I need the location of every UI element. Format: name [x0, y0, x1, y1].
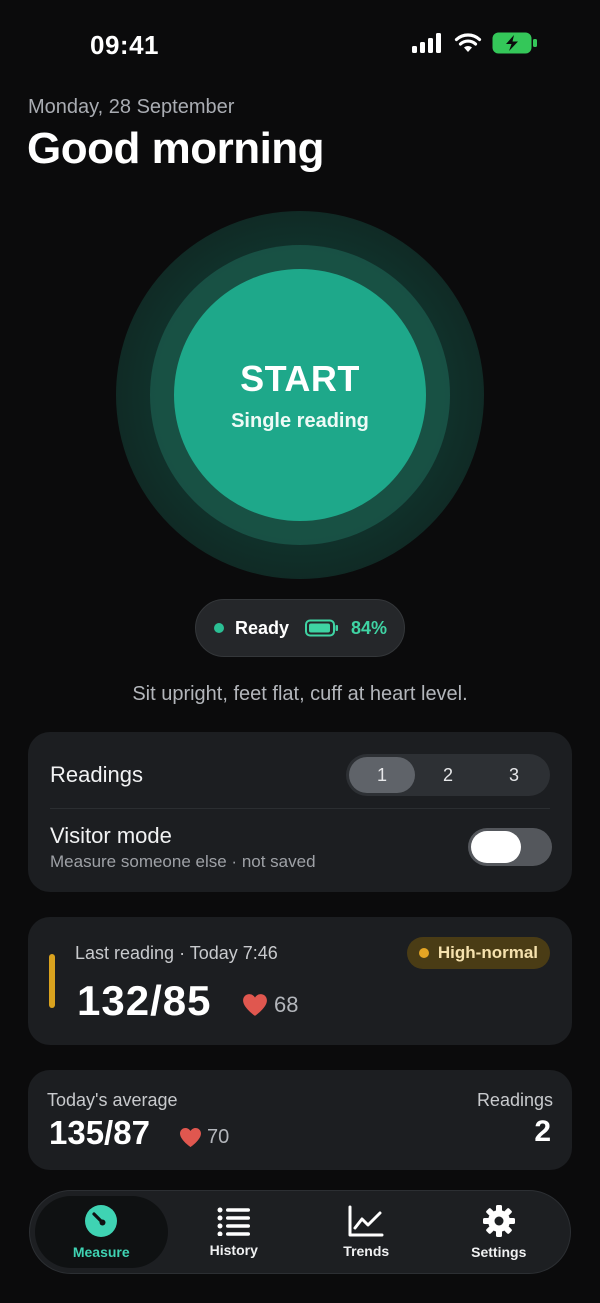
last-reading-pulse: 68: [242, 992, 298, 1018]
tab-label: Measure: [72, 1244, 130, 1260]
average-label: Today's average: [47, 1090, 178, 1110]
status-badge: High-normal: [406, 937, 550, 969]
start-button-title: START: [240, 357, 360, 399]
daily-average-card[interactable]: Today's average 135/87 70 Readings 2: [28, 1070, 572, 1170]
last-reading-meta: Last reading · Today 7:46: [75, 943, 278, 963]
readings-count-selector: 1 2 3: [346, 754, 550, 796]
status-bar: 09:41: [0, 0, 600, 90]
toggle-knob: [471, 831, 521, 863]
status-indicator-bar: [49, 954, 55, 1008]
visitor-mode-description: Measure someone else · not saved: [50, 852, 316, 871]
visitor-mode-label: Visitor mode: [50, 823, 172, 848]
wifi-icon: [454, 33, 482, 52]
last-pulse-value: 68: [274, 992, 299, 1017]
tab-trends[interactable]: Trends: [300, 1196, 433, 1268]
signal-icon: [412, 33, 441, 53]
readings-count-label: Readings: [476, 1090, 553, 1110]
settings-divider: [50, 808, 550, 809]
average-pulse: 70: [179, 1126, 229, 1149]
heart-icon: [243, 994, 267, 1016]
readings-option-1[interactable]: 1: [349, 757, 415, 793]
status-time: 09:41: [90, 30, 159, 60]
gear-icon: [482, 1205, 515, 1237]
bottom-tab-bar: Measure History Trends Settings: [29, 1190, 571, 1274]
average-pulse-value: 70: [207, 1126, 230, 1148]
heart-icon: [180, 1127, 201, 1148]
last-reading-value: 132/85: [77, 977, 212, 1024]
device-battery-percent: 84%: [351, 617, 388, 638]
measurement-settings-card: Readings 1 2 3 Visitor mode Measure some…: [28, 732, 572, 892]
start-button-halo: START Single reading: [116, 211, 484, 579]
tab-measure[interactable]: Measure: [35, 1196, 168, 1268]
last-reading-card[interactable]: Last reading · Today 7:46 132/85 68 High…: [28, 917, 572, 1045]
readings-option-3[interactable]: 3: [481, 757, 547, 793]
tab-settings[interactable]: Settings: [433, 1196, 566, 1268]
status-icons: [412, 32, 538, 54]
list-icon: [217, 1207, 250, 1236]
readings-option-2[interactable]: 2: [415, 757, 481, 793]
posture-hint: Sit upright, feet flat, cuff at heart le…: [132, 683, 468, 705]
status-badge-label: High-normal: [437, 943, 538, 962]
readings-label: Readings: [50, 762, 143, 787]
greeting-title: Good morning: [27, 124, 325, 173]
battery-charging-icon: [492, 32, 537, 54]
tab-label: History: [209, 1242, 258, 1258]
visitor-mode-toggle[interactable]: [468, 828, 552, 866]
chart-icon: [348, 1205, 384, 1237]
status-badge-dot: [418, 948, 429, 958]
start-measurement-button[interactable]: START Single reading: [174, 269, 426, 521]
ready-status-dot: [214, 623, 224, 633]
tab-label: Trends: [343, 1243, 390, 1259]
device-battery-icon: [305, 619, 339, 637]
date-label: Monday, 28 September: [28, 96, 235, 118]
device-status-label: Ready: [235, 617, 290, 638]
gauge-icon: [85, 1205, 118, 1237]
readings-count-value: 2: [534, 1115, 551, 1148]
tab-history[interactable]: History: [168, 1196, 301, 1268]
tab-label: Settings: [471, 1244, 527, 1260]
average-value: 135/87: [49, 1114, 150, 1151]
device-status-pill: Ready 84%: [195, 599, 405, 657]
start-button-subtitle: Single reading: [231, 409, 369, 432]
